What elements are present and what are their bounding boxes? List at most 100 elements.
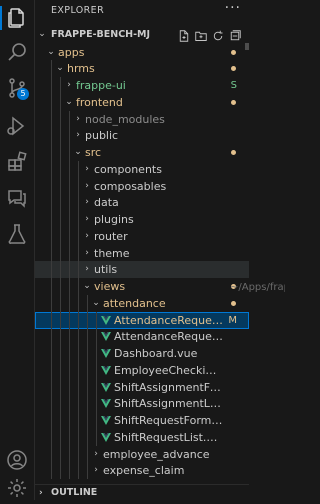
manage-gear-icon[interactable] — [5, 476, 29, 500]
new-file-icon[interactable] — [178, 27, 190, 42]
folder-item[interactable]: › expense_claim — [35, 462, 249, 480]
file-item[interactable]: Dashboard.vue — [35, 345, 249, 362]
run-debug-icon[interactable] — [5, 114, 29, 138]
folder-item[interactable]: › plugins — [35, 211, 249, 228]
chevron-right-icon: › — [67, 80, 71, 90]
account-icon[interactable] — [5, 448, 29, 472]
indent-guide — [69, 328, 70, 346]
outline-label: OUTLINE — [51, 487, 98, 498]
vue-file-icon — [101, 365, 111, 375]
file-item[interactable]: ShiftRequestList.vue — [35, 428, 249, 446]
indent-guide — [78, 345, 79, 362]
folder-item[interactable]: ⌄ frontend — [35, 93, 249, 111]
indent-guide — [96, 328, 97, 346]
collapse-all-icon[interactable] — [229, 27, 241, 41]
indent-guide — [78, 261, 79, 279]
chevron-right-icon: › — [85, 180, 89, 191]
indent-guide — [87, 395, 88, 413]
indent-guide — [69, 294, 70, 312]
chevron-right-icon: › — [85, 163, 89, 174]
indent-guide — [69, 345, 70, 362]
tree-item-label: plugins — [94, 213, 134, 226]
outline-section[interactable]: › OUTLINE — [35, 484, 249, 501]
indent-guide — [96, 412, 97, 429]
chevron-right-icon: › — [85, 264, 89, 275]
folder-item[interactable]: ⌄ src — [35, 144, 249, 161]
indent-guide — [51, 93, 52, 111]
indent-guide — [60, 428, 61, 446]
indent-guide — [60, 211, 61, 228]
folder-item[interactable]: ⌄ attendance — [35, 294, 249, 312]
indent-guide — [51, 177, 52, 195]
folder-item[interactable]: ⌄ views — [35, 278, 249, 295]
file-item[interactable]: EmployeeCheckinList.vue — [35, 361, 249, 379]
indent-guide — [60, 177, 61, 195]
folder-item[interactable]: › public — [35, 127, 249, 145]
more-actions-icon[interactable]: ··· — [225, 0, 241, 16]
modified-dot — [231, 66, 236, 72]
folder-item[interactable]: › components — [35, 160, 249, 178]
file-item[interactable]: ShiftRequestForm.vue — [35, 412, 249, 429]
indent-guide — [60, 345, 61, 362]
vue-file-icon — [101, 432, 111, 442]
indent-guide — [96, 311, 97, 329]
indent-guide — [69, 194, 70, 212]
indent-guide — [51, 412, 52, 429]
chat-icon[interactable] — [5, 186, 29, 210]
indent-guide — [51, 77, 52, 94]
folder-item[interactable]: › node_modules — [35, 110, 249, 128]
indent-guide — [87, 378, 88, 396]
indent-guide — [51, 428, 52, 446]
file-item[interactable]: AttendanceRequestForm.... M — [35, 311, 249, 329]
indent-guide — [60, 412, 61, 429]
folder-item[interactable]: ⌄ hrms — [35, 60, 249, 78]
folder-item[interactable]: › composables — [35, 177, 249, 195]
tree-item-label: ShiftRequestForm.vue — [114, 414, 223, 427]
tree-item-label: ShiftRequestList.vue — [114, 430, 223, 444]
new-folder-icon[interactable] — [195, 27, 207, 41]
indent-guide — [60, 194, 61, 212]
indent-guide — [51, 110, 52, 128]
vue-file-icon — [101, 399, 111, 409]
file-item[interactable]: ShiftAssignmentList.vue — [35, 395, 249, 413]
indent-guide — [69, 361, 70, 379]
folder-item[interactable]: › utils — [35, 261, 249, 279]
indent-guide — [69, 127, 70, 145]
vue-file-icon — [101, 349, 111, 358]
folder-item[interactable]: › theme — [35, 244, 249, 262]
folder-item[interactable]: › frappe-ui S — [35, 77, 249, 94]
tree-item-label: components — [94, 162, 162, 176]
indent-guide — [60, 445, 61, 463]
refresh-icon[interactable] — [212, 27, 224, 41]
folder-item[interactable]: › data — [35, 194, 249, 212]
file-item[interactable]: ShiftAssignmentForm.vue — [35, 378, 249, 396]
tree-item-label: expense_claim — [103, 464, 185, 478]
indent-guide — [78, 177, 79, 195]
file-item[interactable]: AttendanceRequestList.vue — [35, 328, 249, 346]
indent-guide — [51, 244, 52, 262]
indent-guide — [51, 211, 52, 228]
indent-guide — [87, 345, 88, 362]
folder-item[interactable]: ⌄ apps — [35, 44, 249, 61]
source-control-badge: 5 — [17, 88, 29, 100]
indent-guide — [60, 110, 61, 128]
search-icon[interactable] — [5, 40, 29, 64]
files-icon[interactable] — [5, 6, 29, 30]
indent-guide — [51, 160, 52, 178]
indent-guide — [60, 144, 61, 161]
indent-guide — [69, 261, 70, 279]
path-tooltip: ~/Apps/frap — [230, 282, 285, 293]
folder-item[interactable]: › employee_advance — [35, 445, 249, 463]
indent-guide — [78, 227, 79, 245]
indent-guide — [69, 227, 70, 245]
extensions-icon[interactable] — [5, 150, 29, 174]
chevron-right-icon: › — [85, 247, 89, 258]
modified-dot — [231, 150, 236, 155]
indent-guide — [69, 110, 70, 128]
testing-icon[interactable] — [5, 222, 29, 246]
indent-guide — [51, 395, 52, 413]
folder-item[interactable]: › router — [35, 227, 249, 245]
indent-guide — [60, 160, 61, 178]
tree-item-label: apps — [58, 45, 85, 59]
indent-guide — [96, 361, 97, 379]
